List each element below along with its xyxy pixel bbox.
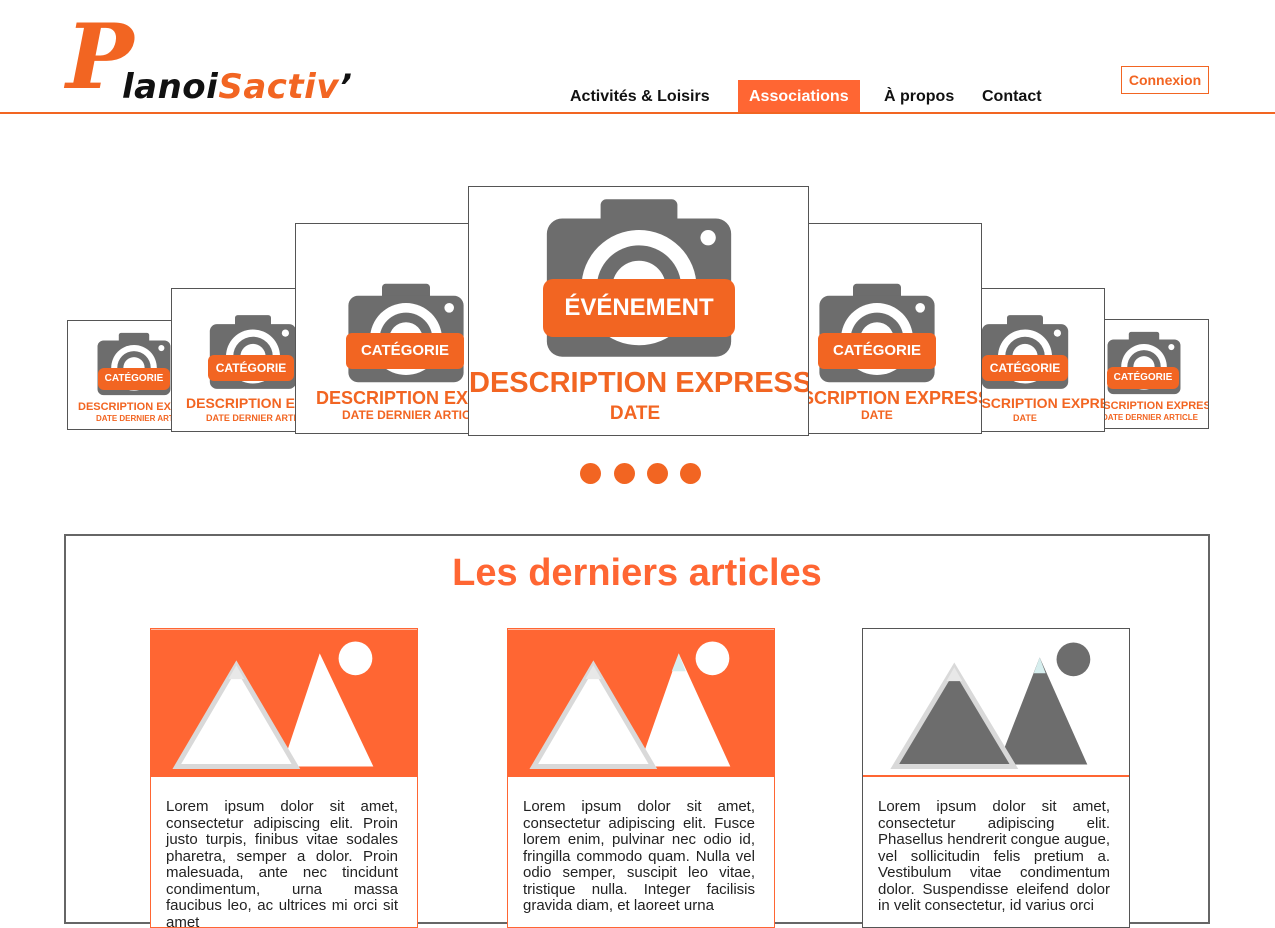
carousel-card[interactable]: CATÉGORIE DESCRIPTION EXPRESS DATE DERNI… bbox=[1101, 319, 1209, 429]
card-description: DESCRIPTION EXPRESS bbox=[316, 388, 470, 408]
category-badge: CATÉGORIE bbox=[982, 355, 1068, 381]
card-date: DATE DERNIER ARTICLE bbox=[342, 408, 471, 422]
article-card[interactable]: Lorem ipsum dolor sit amet, consectetur … bbox=[507, 628, 775, 928]
article-card[interactable]: Lorem ipsum dolor sit amet, consectetur … bbox=[862, 628, 1130, 928]
card-date: DATE bbox=[861, 408, 893, 422]
card-description: DESCRIPTION EXPRESS bbox=[980, 395, 1104, 411]
image-placeholder-icon bbox=[151, 629, 417, 776]
card-description: DESCRIPTION EXPRESS bbox=[1102, 400, 1208, 412]
camera-icon bbox=[546, 199, 732, 357]
card-date: DATE DERNIER ARTICLE bbox=[1102, 413, 1198, 422]
site-header: P lanoiSactiv’ Activités & Loisirs Assoc… bbox=[0, 0, 1275, 115]
carousel-card[interactable]: CATÉGORIE DESCRIPTION EXPRESS DATE bbox=[979, 288, 1105, 432]
nav-item-a-propos[interactable]: À propos bbox=[884, 80, 954, 113]
article-excerpt: Lorem ipsum dolor sit amet, consectetur … bbox=[878, 798, 1110, 914]
nav-item-associations[interactable]: Associations bbox=[738, 80, 860, 113]
carousel-dot[interactable] bbox=[580, 463, 601, 484]
section-title: Les derniers articles bbox=[452, 552, 822, 594]
category-badge: CATÉGORIE bbox=[208, 355, 294, 381]
card-divider bbox=[151, 775, 417, 777]
card-description: DESCRIPTION EXPRESS bbox=[78, 401, 174, 413]
category-badge: CATÉGORIE bbox=[98, 368, 170, 390]
carousel-card[interactable]: CATÉGORIE DESCRIPTION EXPRESS DATE DERNI… bbox=[295, 223, 471, 434]
card-divider bbox=[863, 775, 1129, 777]
event-badge: ÉVÉNEMENT bbox=[543, 279, 735, 337]
category-badge: CATÉGORIE bbox=[1107, 367, 1179, 389]
card-date: DATE bbox=[609, 403, 661, 424]
carousel-card-featured[interactable]: ÉVÉNEMENT DESCRIPTION EXPRESS DATE bbox=[468, 186, 809, 436]
logo-wordmark: lanoiSactiv’ bbox=[122, 67, 353, 107]
events-carousel: CATÉGORIE DESCRIPTION EXPRESS DATE DERNI… bbox=[0, 180, 1275, 500]
card-description: DESCRIPTION EXPRESS bbox=[469, 367, 809, 399]
nav-item-contact[interactable]: Contact bbox=[982, 80, 1042, 113]
image-placeholder-icon bbox=[508, 629, 774, 776]
logo[interactable]: P lanoiSactiv’ bbox=[66, 12, 352, 104]
article-card[interactable]: Lorem ipsum dolor sit amet, consectetur … bbox=[150, 628, 418, 928]
header-divider bbox=[0, 112, 1275, 114]
card-date: DATE DERNIER ARTICLE bbox=[206, 413, 296, 423]
nav-item-activites-loisirs[interactable]: Activités & Loisirs bbox=[570, 80, 710, 113]
image-placeholder-icon bbox=[863, 629, 1129, 776]
card-divider bbox=[508, 775, 774, 777]
carousel-dot[interactable] bbox=[647, 463, 668, 484]
article-excerpt: Lorem ipsum dolor sit amet, consectetur … bbox=[523, 798, 755, 914]
card-date: DATE bbox=[1013, 413, 1037, 423]
carousel-dot[interactable] bbox=[680, 463, 701, 484]
carousel-card[interactable]: CATÉGORIE DESCRIPTION EXPRESS DATE DERNI… bbox=[67, 320, 175, 430]
card-description: DESCRIPTION EXPRESS bbox=[807, 388, 982, 408]
article-excerpt: Lorem ipsum dolor sit amet, consectetur … bbox=[166, 798, 398, 928]
carousel-card[interactable]: CATÉGORIE DESCRIPTION EXPRESS DATE DERNI… bbox=[171, 288, 297, 432]
card-description: DESCRIPTION EXPRESS bbox=[186, 395, 296, 411]
carousel-card[interactable]: CATÉGORIE DESCRIPTION EXPRESS DATE bbox=[806, 223, 982, 434]
carousel-dot[interactable] bbox=[614, 463, 635, 484]
latest-articles-section: Les derniers articles Lorem ipsum dolor … bbox=[64, 534, 1210, 928]
card-date: DATE DERNIER ARTICLE bbox=[96, 414, 174, 423]
category-badge: CATÉGORIE bbox=[818, 333, 936, 369]
category-badge: CATÉGORIE bbox=[346, 333, 464, 369]
login-button[interactable]: Connexion bbox=[1121, 66, 1209, 94]
